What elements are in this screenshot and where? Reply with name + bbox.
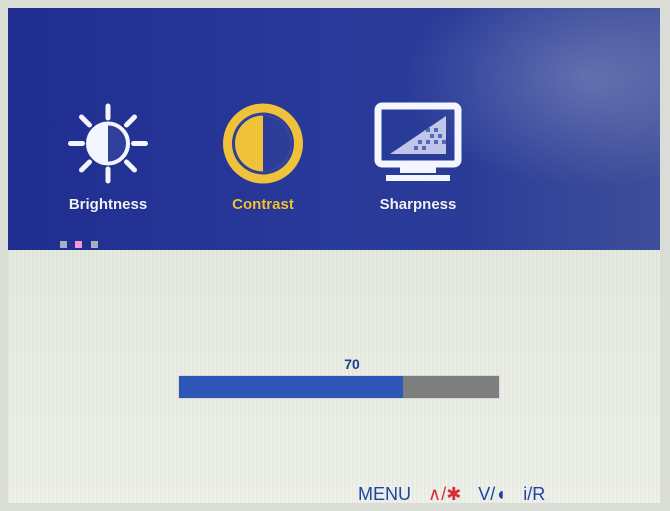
info-hint: i/R <box>523 484 546 503</box>
menu-item-brightness[interactable]: Brightness <box>48 96 168 213</box>
menu-item-contrast[interactable]: Contrast <box>203 96 323 213</box>
page-indicator <box>60 235 102 248</box>
osd-menu: Brightness Contrast Sharpness <box>48 96 508 213</box>
osd-settings-panel: 70 MENU ∧/✱ V/◖ i/R <box>8 250 660 503</box>
page-dot <box>60 241 67 248</box>
menu-item-label: Sharpness <box>379 196 457 213</box>
slider-value: 70 <box>344 356 360 372</box>
slider-fill <box>179 376 403 398</box>
page-dot <box>90 241 98 248</box>
brightness-icon <box>61 96 156 196</box>
menu-hint: MENU <box>358 484 411 503</box>
contrast-icon <box>216 96 311 196</box>
page-dot-active <box>75 241 83 248</box>
menu-item-label: Contrast <box>232 196 294 213</box>
up-hint: ∧/✱ <box>428 484 462 503</box>
monitor-osd: Brightness Contrast Sharpness 70 MENU ∧/… <box>8 8 660 503</box>
sharpness-icon <box>368 96 468 196</box>
menu-item-label: Brightness <box>68 196 148 213</box>
osd-top-panel: Brightness Contrast Sharpness <box>8 8 660 250</box>
down-hint: V/◖ <box>478 484 507 503</box>
control-hints: MENU ∧/✱ V/◖ i/R <box>358 484 648 503</box>
menu-item-sharpness[interactable]: Sharpness <box>358 96 478 213</box>
contrast-slider[interactable] <box>178 375 500 399</box>
